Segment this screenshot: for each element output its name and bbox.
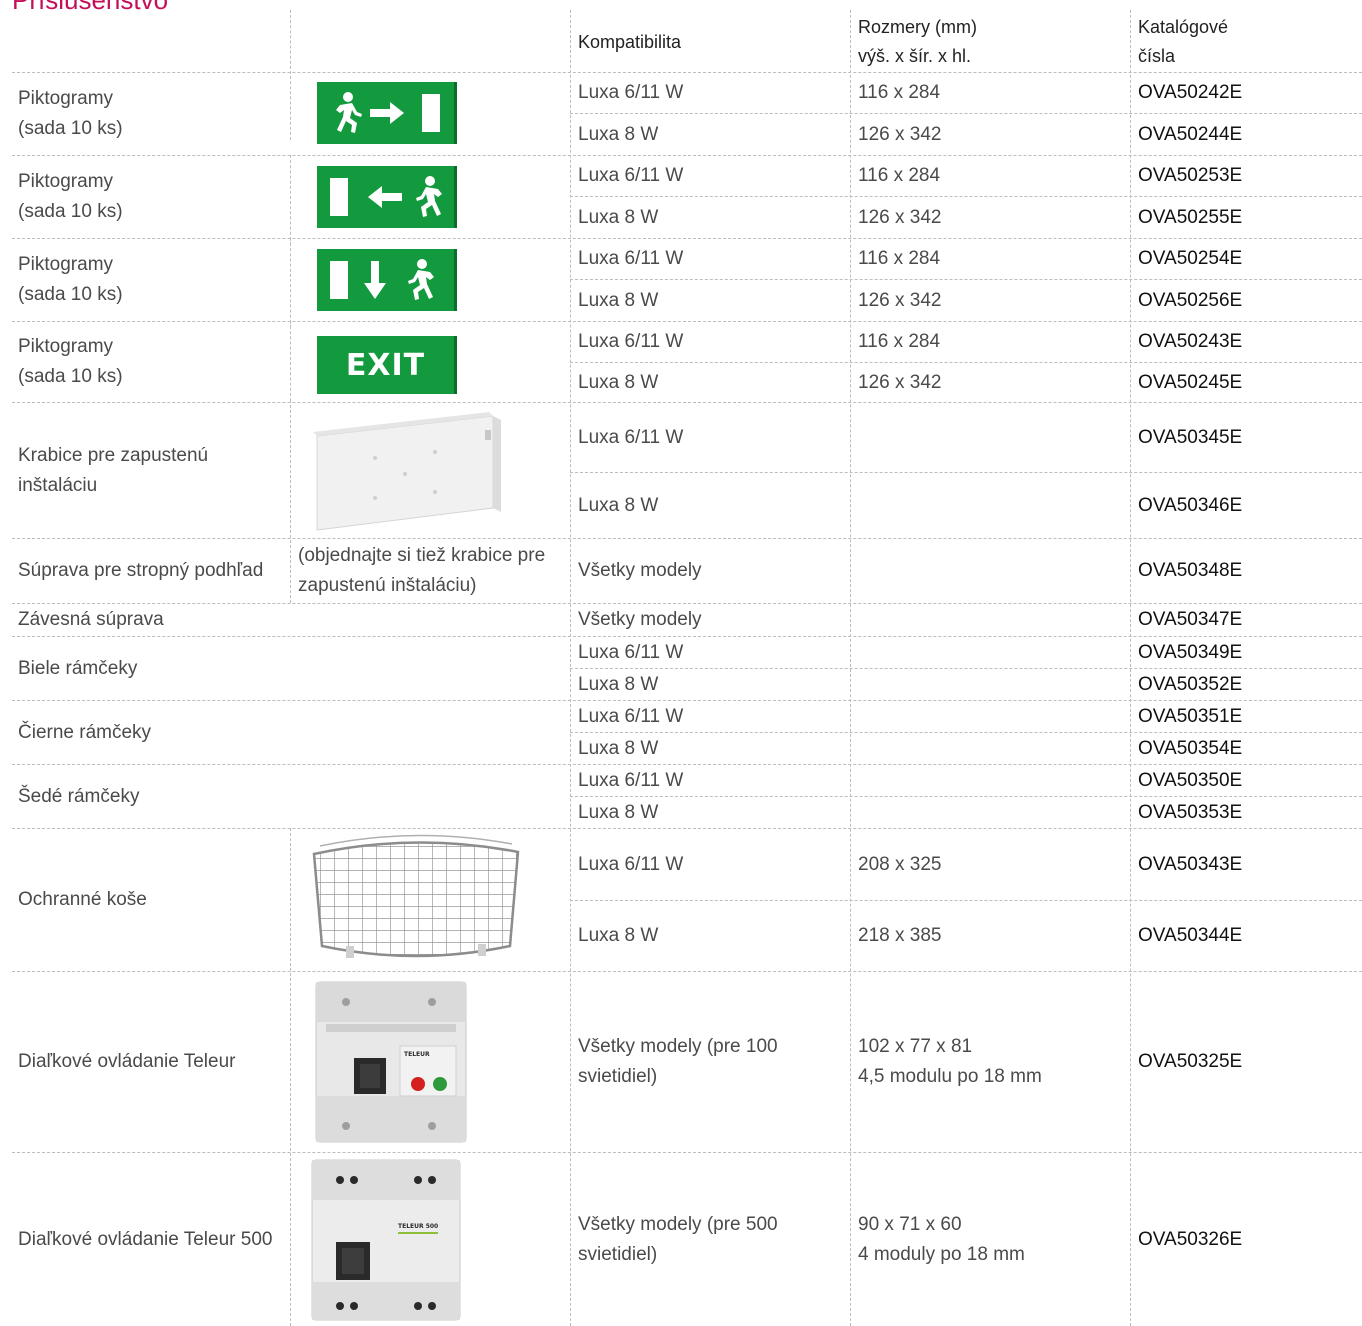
header-catalog: Katalógové čísla (1138, 12, 1358, 72)
divider-v-1d (290, 321, 291, 401)
catalog-code: OVA50346E (1138, 494, 1243, 516)
catalog-code: OVA50325E (1138, 1051, 1243, 1072)
exit-sign-run-right-icon (317, 82, 457, 144)
exit-sign-text: EXIT (317, 336, 457, 394)
compat-cell: Všetky modely (578, 609, 702, 630)
dims-cell: 116 x 284 (858, 82, 941, 103)
catalog-code: OVA50347E (1138, 609, 1243, 630)
catalog-code: OVA50255E (1138, 206, 1243, 228)
dims-cell: 208 x 325 (858, 853, 942, 875)
header-dims-line1: Rozmery (mm) (858, 17, 977, 37)
product-name: Krabice pre zapustenú inštaláciu (18, 444, 209, 496)
teleur-device-label: TELEUR (404, 1051, 430, 1058)
dims-cell: 126 x 342 (858, 289, 942, 311)
dims-cell: 116 x 284 (858, 165, 941, 186)
product-name: Biele rámčeky (18, 657, 138, 679)
product-name: Závesná súprava (18, 609, 164, 630)
compat-cell: Luxa 8 W (578, 123, 659, 145)
header-cat-line2: čísla (1138, 46, 1176, 66)
compat-cell: Luxa 6/11 W (578, 248, 684, 269)
catalog-code: OVA50348E (1138, 560, 1243, 581)
compat-cell: Luxa 8 W (578, 494, 659, 516)
product-note: (objednajte si tiež krabice pre zapusten… (298, 545, 546, 596)
catalog-code: OVA50353E (1138, 801, 1243, 823)
teleur-remote-control-image: TELEUR (315, 981, 467, 1143)
compat-cell: Luxa 8 W (578, 925, 659, 946)
compat-cell: Luxa 6/11 W (578, 165, 684, 186)
product-name: Ochranné koše (18, 889, 147, 910)
product-name: Súprava pre stropný podhľad (18, 560, 264, 581)
catalog-code: OVA50352E (1138, 673, 1243, 695)
dims-cell: 116 x 284 (858, 248, 941, 269)
catalog-code: OVA50343E (1138, 853, 1243, 875)
compat-cell: Luxa 6/11 W (578, 426, 684, 448)
product-name: Piktogramy (sada 10 ks) (18, 336, 123, 387)
divider-v-1f (290, 828, 291, 1326)
catalog-code: OVA50344E (1138, 925, 1243, 946)
divider-v-1e (290, 400, 291, 603)
compat-cell: Luxa 8 W (578, 737, 659, 759)
teleur-500-remote-control-image: TELEUR 500 (311, 1159, 461, 1321)
page-heading: Príslušenstvo (12, 0, 168, 11)
catalog-code: OVA50349E (1138, 641, 1243, 663)
dims-cell: 218 x 385 (858, 925, 942, 946)
product-name: Piktogramy (sada 10 ks) (18, 254, 123, 305)
header-dims: Rozmery (mm) výš. x šír. x hl. (858, 12, 1128, 72)
compat-cell: Všetky modely (578, 560, 702, 581)
catalog-code: OVA50256E (1138, 289, 1243, 311)
catalog-code: OVA50351E (1138, 705, 1243, 727)
product-name: Piktogramy (sada 10 ks) (18, 171, 123, 222)
exit-sign-run-left-icon (317, 166, 457, 228)
catalog-code: OVA50254E (1138, 248, 1243, 269)
dims-cell: 126 x 342 (858, 371, 942, 393)
compat-cell: Luxa 8 W (578, 206, 659, 228)
catalog-code: OVA50243E (1138, 331, 1243, 352)
header-compat: Kompatibilita (578, 31, 682, 52)
compat-cell: Luxa 8 W (578, 289, 659, 311)
catalog-code: OVA50345E (1138, 426, 1243, 448)
compat-cell: Luxa 8 W (578, 371, 659, 393)
exit-sign-label: EXIT (345, 347, 426, 383)
compat-cell: Luxa 6/11 W (578, 331, 684, 352)
dims-cell: 126 x 342 (858, 206, 942, 228)
product-name: Piktogramy (sada 10 ks) (18, 88, 123, 139)
protective-cage-image (312, 834, 520, 958)
divider-v-1c (290, 238, 291, 328)
exit-sign-down-icon (317, 249, 457, 311)
compat-cell: Luxa 8 W (578, 801, 659, 823)
divider-v-1 (290, 10, 291, 140)
product-name: Šedé rámčeky (18, 785, 140, 807)
compat-cell: Luxa 6/11 W (578, 82, 684, 103)
compat-cell: Luxa 6/11 W (578, 853, 684, 875)
accessories-table-page: Príslušenstvo Kompatibilita Rozmery (mm)… (0, 0, 1362, 1326)
product-name: Čierne rámčeky (18, 721, 152, 743)
dims-cell: 90 x 71 x 60 4 moduly po 18 mm (858, 1213, 1025, 1265)
dims-cell: 116 x 284 (858, 331, 941, 352)
compat-cell: Luxa 6/11 W (578, 705, 684, 727)
compat-cell: Všetky modely (pre 500 svietidiel) (578, 1213, 778, 1265)
product-name: Diaľkové ovládanie Teleur 500 (18, 1228, 273, 1250)
compat-cell: Všetky modely (pre 100 svietidiel) (578, 1036, 778, 1087)
header-cat-line1: Katalógové (1138, 17, 1229, 37)
catalog-code: OVA50354E (1138, 737, 1243, 759)
dims-cell: 102 x 77 x 81 4,5 modulu po 18 mm (858, 1036, 1042, 1087)
dims-cell: 126 x 342 (858, 123, 942, 145)
product-name: Diaľkové ovládanie Teleur (18, 1051, 236, 1072)
compat-cell: Luxa 6/11 W (578, 769, 684, 791)
catalog-code: OVA50245E (1138, 371, 1243, 393)
catalog-code: OVA50350E (1138, 769, 1243, 791)
divider-v-1b (290, 155, 291, 245)
compat-cell: Luxa 6/11 W (578, 641, 684, 663)
catalog-code: OVA50326E (1138, 1228, 1243, 1250)
catalog-code: OVA50253E (1138, 165, 1243, 186)
catalog-code: OVA50242E (1138, 82, 1243, 103)
catalog-code: OVA50244E (1138, 123, 1243, 145)
teleur-500-device-label: TELEUR 500 (398, 1223, 438, 1230)
recessed-box-image (313, 412, 501, 531)
header-dims-line2: výš. x šír. x hl. (858, 46, 972, 66)
compat-cell: Luxa 8 W (578, 673, 659, 695)
